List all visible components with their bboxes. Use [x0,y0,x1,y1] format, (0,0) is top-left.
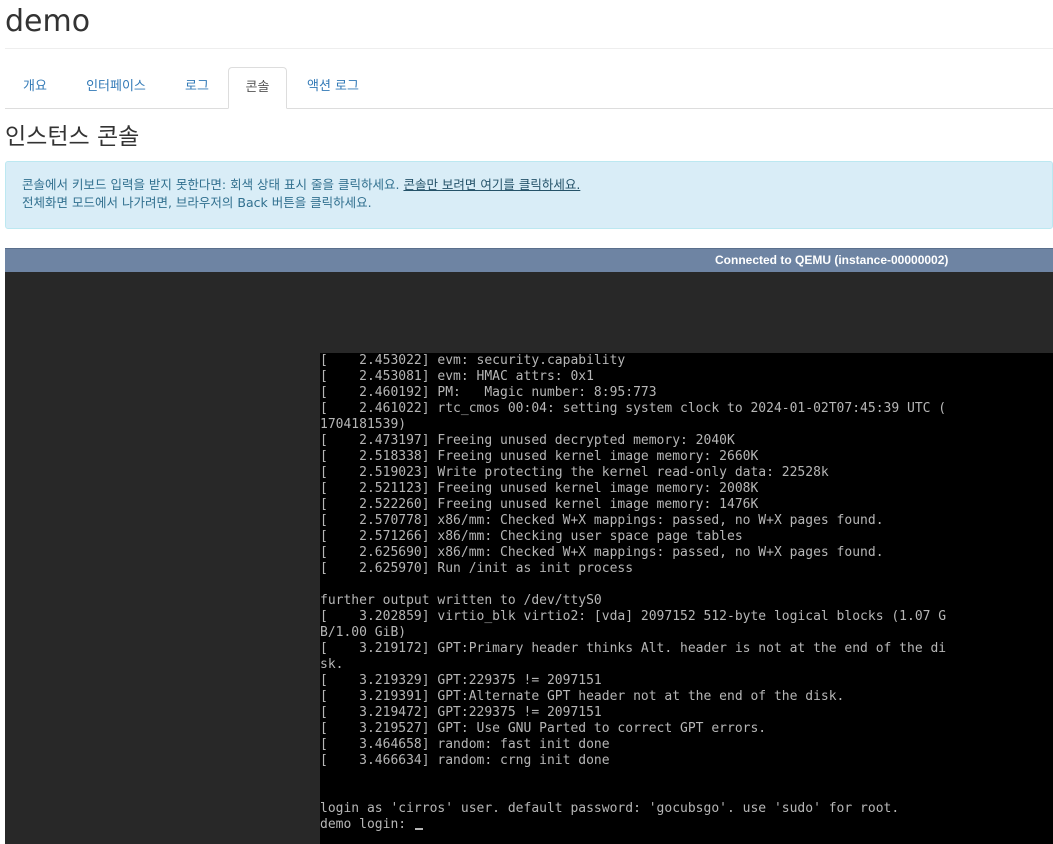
console-line: [ 3.219527] GPT: Use GNU Parted to corre… [320,721,767,736]
console-line: sk. [320,657,344,672]
console-line: [ 2.518338] Freeing unused kernel image … [320,449,759,464]
console-line: [ 2.461022] rtc_cmos 00:04: setting syst… [320,401,947,416]
text-cursor [414,828,423,830]
console-line: B/1.00 GiB) [320,625,407,640]
console-line: [ 2.460192] PM: Magic number: 8:95:773 [320,385,657,400]
console-line: demo login: [320,817,414,832]
console-line: [ 2.571266] x86/mm: Checking user space … [320,529,743,544]
console-line: [ 3.219391] GPT:Alternate GPT header not… [320,689,845,704]
console-area[interactable]: [ 2.453022] evm: security.capability [ 2… [5,272,1053,844]
tab-bar: 개요 인터페이스 로그 콘솔 액션 로그 [5,67,1053,109]
console-line: [ 3.464658] random: fast init done [320,737,610,752]
page-header: demo [5,0,1053,49]
console-line: login as 'cirros' user. default password… [320,801,900,816]
console-line: [ 2.453022] evm: security.capability [320,353,626,368]
info-alert: 콘솔에서 키보드 입력을 받지 못한다면: 회색 상태 표시 줄을 클릭하세요.… [5,161,1053,229]
console-line: [ 2.625690] x86/mm: Checked W+X mappings… [320,545,884,560]
tab-interfaces[interactable]: 인터페이스 [65,67,167,107]
console-line: [ 3.202859] virtio_blk virtio2: [vda] 20… [320,609,947,624]
tab-action-log[interactable]: 액션 로그 [287,67,379,107]
console-line: [ 2.625970] Run /init as init process [320,561,634,576]
console-line: [ 3.219172] GPT:Primary header thinks Al… [320,641,947,656]
console-screen[interactable]: [ 2.453022] evm: security.capability [ 2… [320,353,1053,844]
console-line: further output written to /dev/ttyS0 [320,593,602,608]
tab-overview[interactable]: 개요 [5,67,65,107]
console-status-text: Connected to QEMU (instance-00000002) [715,253,949,267]
console-line: [ 3.219472] GPT:229375 != 2097151 [320,705,602,720]
alert-line-1: 콘솔에서 키보드 입력을 받지 못한다면: 회색 상태 표시 줄을 클릭하세요.… [22,176,1036,194]
tab-console[interactable]: 콘솔 [228,67,287,109]
console-only-link[interactable]: 콘솔만 보려면 여기를 클릭하세요. [403,177,580,192]
console-line: [ 2.453081] evm: HMAC attrs: 0x1 [320,369,594,384]
alert-keyboard-hint: 콘솔에서 키보드 입력을 받지 못한다면: 회색 상태 표시 줄을 클릭하세요. [22,177,400,192]
page-title: demo [5,4,91,39]
console-line: [ 2.570778] x86/mm: Checked W+X mappings… [320,513,884,528]
section-title: 인스턴스 콘솔 [5,124,140,150]
console-line: [ 2.473197] Freeing unused decrypted mem… [320,433,735,448]
console-status-bar[interactable]: Connected to QEMU (instance-00000002) [5,248,1053,272]
console-output: [ 2.453022] evm: security.capability [ 2… [320,353,1053,833]
console-line: 1704181539) [320,417,407,432]
console-line: [ 3.219329] GPT:229375 != 2097151 [320,673,602,688]
console-line: [ 2.521123] Freeing unused kernel image … [320,481,759,496]
tab-log[interactable]: 로그 [167,67,227,107]
alert-line-2: 전체화면 모드에서 나가려면, 브라우저의 Back 버튼을 클릭하세요. [22,195,372,210]
console-line: [ 2.519023] Write protecting the kernel … [320,465,829,480]
console-line: [ 3.466634] random: crng init done [320,753,610,768]
console-line: [ 2.522260] Freeing unused kernel image … [320,497,759,512]
